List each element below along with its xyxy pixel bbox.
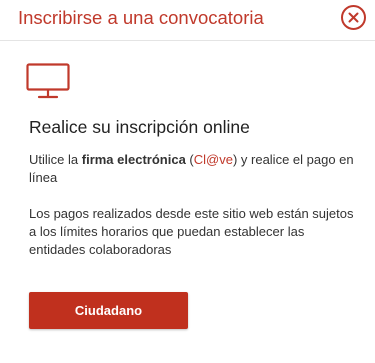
ciudadano-button[interactable]: Ciudadano (29, 292, 188, 329)
monitor-icon (26, 63, 70, 99)
modal-title: Inscribirse a una convocatoria (18, 7, 264, 28)
section-heading: Realice su inscripción online (29, 117, 250, 137)
electronic-signature-text: firma electrónica (81, 152, 186, 167)
para1-paren: ( (185, 152, 194, 167)
close-icon (348, 12, 359, 23)
modal-header: Inscribirse a una convocatoria (0, 0, 375, 41)
signature-instructions: Utilice la firma electrónica (Cl@ve) y r… (29, 151, 359, 187)
para1-prefix: Utilice la (29, 152, 82, 167)
registration-modal: Inscribirse a una convocatoria Realice s… (0, 0, 375, 363)
clave-text: Cl@ve (193, 152, 233, 167)
payment-notice: Los pagos realizados desde este sitio we… (29, 206, 354, 257)
close-button[interactable] (341, 5, 366, 30)
